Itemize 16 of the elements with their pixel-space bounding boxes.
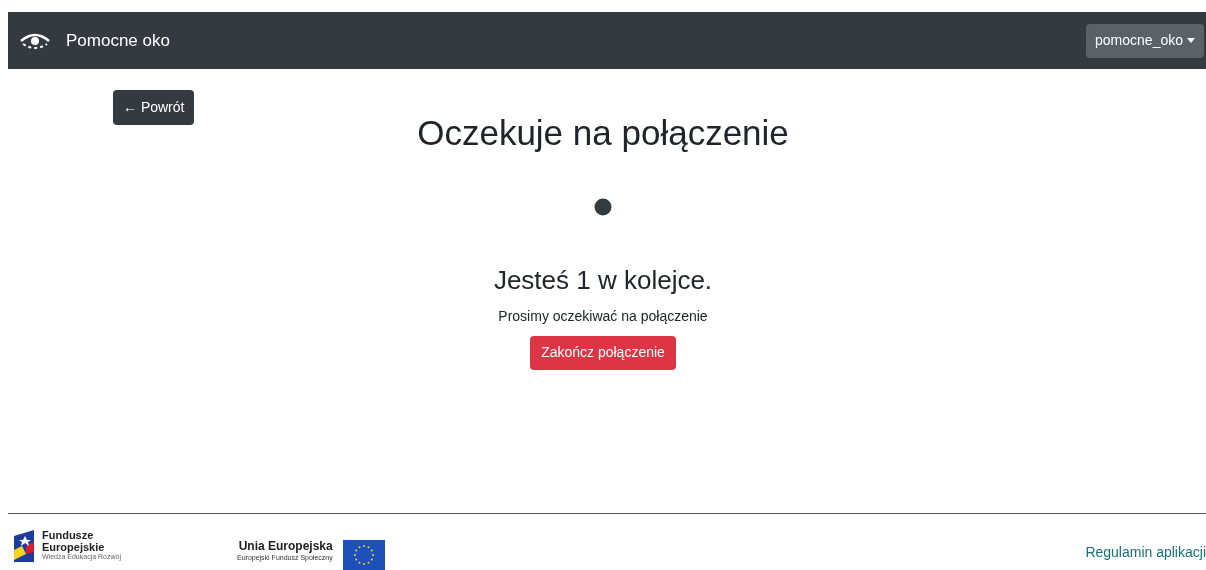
eu-logo-title: Unia Europejska (238, 540, 333, 554)
caret-icon (1187, 38, 1195, 43)
eu-flag-icon (342, 540, 385, 570)
terms-link[interactable]: Regulamin aplikacji (1085, 542, 1206, 563)
brand-name[interactable]: Pomocne oko (66, 27, 170, 54)
back-button[interactable]: ← Powrót (113, 90, 195, 125)
user-menu-button[interactable]: pomocne_oko (1086, 23, 1204, 58)
end-call-button[interactable]: Zakończ połączenie (530, 335, 676, 370)
fund-logo-title: Fundusze (42, 530, 95, 542)
fund-logo-title: Europejskie (42, 541, 106, 554)
page-title: Oczekuje na połączenie (416, 112, 790, 154)
flag-logo-icon (12, 530, 36, 562)
queue-position: Jesteś 1 w kolejce. (492, 263, 714, 297)
eye-icon (18, 31, 52, 50)
wait-message: Prosimy oczekiwać na połączenie (497, 306, 709, 326)
loading-spinner-icon (594, 197, 612, 216)
